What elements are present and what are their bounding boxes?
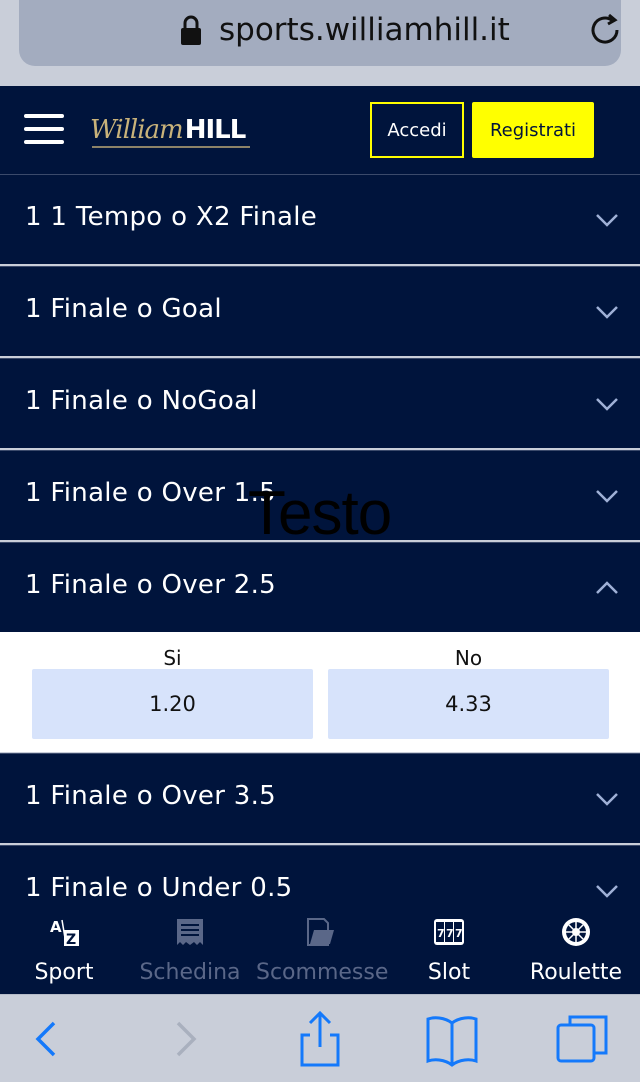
selection-label-si: Si: [163, 646, 182, 670]
tab-slot[interactable]: 7 7 7 Slot: [385, 898, 513, 994]
tabs-icon[interactable]: [554, 1009, 614, 1069]
chevron-down-icon: [596, 214, 618, 227]
back-icon[interactable]: [20, 1009, 80, 1069]
svg-text:7: 7: [455, 927, 463, 940]
overlay-text: Testo: [248, 479, 392, 548]
site-header: William HILL Accedi Registrati: [0, 86, 640, 174]
market-title: 1 Finale o Goal: [25, 294, 222, 324]
share-icon[interactable]: [290, 1009, 350, 1069]
url-text: sports.williamhill.it: [219, 12, 510, 48]
tab-label: Schedina: [139, 960, 241, 985]
tab-label: Roulette: [529, 960, 623, 985]
az-icon: A Z: [49, 917, 79, 948]
tab-label: Sport: [34, 960, 94, 985]
address-bar[interactable]: sports.williamhill.it: [19, 0, 621, 66]
svg-text:7: 7: [446, 927, 454, 940]
chevron-down-icon: [596, 306, 618, 319]
market-title: 1 Finale o Under 0.5: [25, 873, 293, 898]
logo-script-text: William: [90, 115, 184, 145]
login-button[interactable]: Accedi: [370, 102, 464, 158]
selection-label-no: No: [454, 646, 483, 670]
market-row[interactable]: 1 Finale o Under 0.5: [0, 845, 640, 898]
market-title: 1 Finale o NoGoal: [25, 386, 258, 416]
forward-icon[interactable]: [156, 1009, 216, 1069]
tab-sport[interactable]: A Z Sport: [0, 898, 128, 994]
tab-roulette[interactable]: Roulette: [512, 898, 640, 994]
browser-address-area: sports.williamhill.it: [0, 0, 640, 86]
svg-text:A: A: [50, 918, 62, 936]
chevron-down-icon: [596, 490, 618, 503]
menu-icon[interactable]: [24, 112, 64, 146]
market-title: 1 Finale o Over 3.5: [25, 781, 277, 811]
market-row[interactable]: 1 Finale o Over 3.5: [0, 753, 640, 843]
logo-bold-text: HILL: [184, 115, 247, 145]
market-row[interactable]: 1 1 Tempo o X2 Finale: [0, 174, 640, 264]
logo-underline: [92, 146, 250, 148]
chevron-down-icon: [596, 885, 618, 898]
market-title: 1 Finale o Over 1.5: [25, 478, 277, 508]
bets-icon: [307, 918, 334, 946]
receipt-icon: [177, 919, 203, 945]
bookmarks-icon[interactable]: [422, 1009, 482, 1069]
reload-icon[interactable]: [587, 12, 623, 48]
slot-777-icon: 7 7 7: [434, 919, 464, 945]
market-selections: Si No 1.20 4.33: [0, 632, 640, 752]
chevron-up-icon: [596, 581, 618, 594]
market-title: 1 Finale o Over 2.5: [25, 570, 277, 600]
bottom-tab-bar: A Z Sport Schedina Scommesse 7 7 7 Slot …: [0, 898, 640, 994]
tab-label: Scommesse: [256, 960, 389, 985]
market-title: 1 1 Tempo o X2 Finale: [25, 202, 318, 232]
chevron-down-icon: [596, 398, 618, 411]
chevron-down-icon: [596, 793, 618, 806]
market-row[interactable]: 1 Finale o Goal: [0, 266, 640, 356]
odds-button-no[interactable]: 4.33: [328, 669, 609, 739]
svg-text:Z: Z: [66, 932, 76, 948]
register-button[interactable]: Registrati: [472, 102, 594, 158]
tab-label: Slot: [427, 960, 471, 985]
william-hill-logo[interactable]: William HILL: [90, 110, 247, 150]
roulette-icon: [562, 918, 590, 946]
market-row[interactable]: 1 Finale o NoGoal: [0, 358, 640, 448]
svg-text:7: 7: [437, 927, 445, 940]
lock-icon: [181, 15, 201, 45]
tab-schedina[interactable]: Schedina: [126, 898, 254, 994]
tab-scommesse[interactable]: Scommesse: [256, 898, 389, 994]
odds-button-si[interactable]: 1.20: [32, 669, 313, 739]
browser-toolbar: [0, 994, 640, 1082]
market-row-expanded[interactable]: 1 Finale o Over 2.5: [0, 542, 640, 632]
